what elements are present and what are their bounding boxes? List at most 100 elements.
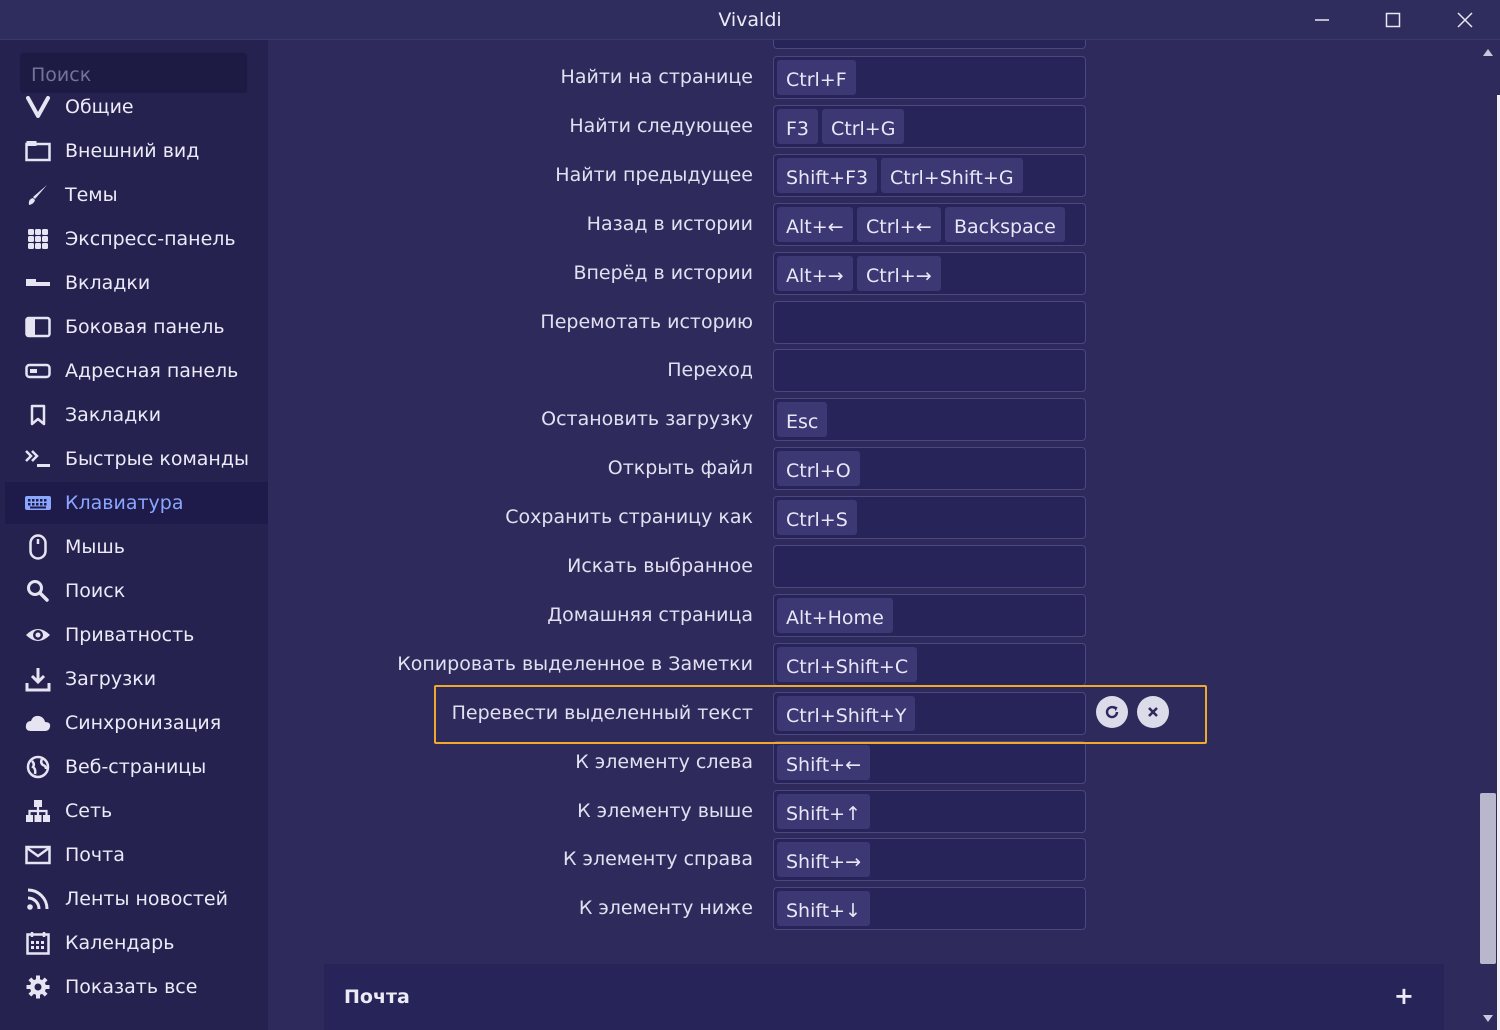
- key-chip[interactable]: F3: [777, 109, 819, 144]
- settings-content: Найти на странице Ctrl+F Найти следующее F3…: [268, 40, 1478, 1030]
- shortcut-field[interactable]: F3 Ctrl+G: [773, 105, 1086, 148]
- scroll-down-icon[interactable]: [1480, 1010, 1496, 1026]
- sidebar-item-12[interactable]: Приватность: [0, 614, 268, 656]
- shortcut-field[interactable]: [773, 545, 1086, 588]
- sidebar-item-18[interactable]: Ленты новостей: [0, 878, 268, 920]
- shortcut-field[interactable]: [773, 301, 1086, 344]
- sidebar-item-2[interactable]: Темы: [0, 174, 268, 216]
- sidebar-item-9[interactable]: Клавиатура: [5, 482, 268, 524]
- shortcut-field[interactable]: Ctrl+S: [773, 496, 1086, 539]
- sidebar-item-label: Показать все: [65, 976, 198, 998]
- shortcut-field[interactable]: [773, 349, 1086, 392]
- sidebar-item-6[interactable]: Адресная панель: [0, 350, 268, 392]
- expand-icon[interactable]: +: [1394, 982, 1414, 1010]
- key-chip[interactable]: Alt+→: [777, 256, 853, 291]
- maximize-button[interactable]: [1358, 0, 1428, 40]
- key-chip[interactable]: Shift+F3: [777, 158, 878, 193]
- reset-icon: [1105, 705, 1119, 719]
- key-chip[interactable]: Ctrl+O: [777, 451, 860, 486]
- tabs-icon: [24, 270, 52, 296]
- mail-section-header[interactable]: Почта +: [324, 964, 1444, 1030]
- close-icon: [1457, 12, 1473, 28]
- shortcut-label: Перемотать историю: [540, 311, 753, 333]
- shortcut-label: Вперёд в истории: [573, 262, 753, 284]
- shortcut-label: Открыть файл: [607, 457, 753, 479]
- key-chip[interactable]: Ctrl+←: [857, 207, 941, 242]
- shortcut-field[interactable]: Shift+F3 Ctrl+Shift+G: [773, 154, 1086, 197]
- sidebar-item-0[interactable]: Общие: [0, 86, 268, 128]
- sidebar-item-label: Поиск: [65, 580, 126, 602]
- shortcut-field[interactable]: Alt+→ Ctrl+→: [773, 252, 1086, 295]
- shortcut-field[interactable]: Ctrl+Shift+C: [773, 643, 1086, 686]
- section-title: Почта: [344, 986, 410, 1008]
- vivaldi-logo-icon: [24, 94, 52, 120]
- key-chip[interactable]: Backspace: [945, 207, 1065, 242]
- key-chip[interactable]: Shift+→: [777, 842, 871, 877]
- reset-shortcut-button[interactable]: [1096, 696, 1128, 728]
- brush-icon: [24, 182, 52, 208]
- shortcut-field[interactable]: Shift+←: [773, 741, 1086, 784]
- scroll-up-icon[interactable]: [1480, 44, 1496, 60]
- settings-sidebar: Поиск Общие Внешний вид Темы Экспресс-панел…: [0, 40, 268, 1030]
- key-chip[interactable]: Shift+↓: [777, 891, 871, 926]
- key-chip[interactable]: Ctrl+G: [822, 109, 905, 144]
- key-chip[interactable]: Shift+←: [777, 745, 871, 780]
- shortcut-field[interactable]: Shift+→: [773, 838, 1086, 881]
- sidebar-item-label: Сеть: [65, 800, 113, 822]
- shortcut-field[interactable]: Shift+↑: [773, 790, 1086, 833]
- sidebar-item-15[interactable]: Веб-страницы: [0, 746, 268, 788]
- shortcut-field[interactable]: Ctrl+F: [773, 56, 1086, 99]
- highlight-frame: [434, 685, 1207, 744]
- network-icon: [24, 798, 52, 824]
- sidebar-item-20[interactable]: Показать все: [0, 966, 268, 1008]
- address-bar-icon: [24, 358, 52, 384]
- key-chip[interactable]: Ctrl+Shift+G: [881, 158, 1023, 193]
- sidebar-item-8[interactable]: Быстрые команды: [0, 438, 268, 480]
- sidebar-item-4[interactable]: Вкладки: [0, 262, 268, 304]
- keyboard-icon: [24, 490, 52, 516]
- sidebar-item-17[interactable]: Почта: [0, 834, 268, 876]
- minimize-button[interactable]: [1287, 0, 1357, 40]
- sidebar-item-5[interactable]: Боковая панель: [0, 306, 268, 348]
- maximize-icon: [1385, 12, 1401, 28]
- shortcut-label: Найти на странице: [560, 66, 753, 88]
- shortcut-field[interactable]: Shift+↓: [773, 887, 1086, 930]
- shortcut-field[interactable]: Alt+Home: [773, 594, 1086, 637]
- sidebar-item-3[interactable]: Экспресс-панель: [0, 218, 268, 260]
- scrollbar-thumb[interactable]: [1480, 793, 1496, 964]
- shortcut-field[interactable]: Ctrl+O: [773, 447, 1086, 490]
- key-chip[interactable]: Ctrl+→: [857, 256, 941, 291]
- sidebar-item-10[interactable]: Мышь: [0, 526, 268, 568]
- search-icon: [24, 578, 52, 604]
- sidebar-item-label: Темы: [65, 184, 118, 206]
- key-chip[interactable]: Ctrl+Shift+C: [777, 647, 918, 682]
- key-chip[interactable]: Esc: [777, 402, 828, 437]
- close-button[interactable]: [1430, 0, 1500, 40]
- key-chip[interactable]: Shift+↑: [777, 794, 871, 829]
- shortcut-label: Сохранить страницу как: [505, 506, 753, 528]
- shortcut-field[interactable]: Esc: [773, 398, 1086, 441]
- shortcut-label: Найти предыдущее: [555, 164, 753, 186]
- shortcut-field[interactable]: Alt+← Ctrl+← Backspace: [773, 203, 1086, 246]
- sidebar-item-13[interactable]: Загрузки: [0, 658, 268, 700]
- sidebar-item-14[interactable]: Синхронизация: [0, 702, 268, 744]
- key-chip[interactable]: Ctrl+F: [777, 60, 856, 95]
- shortcut-label: Переход: [667, 359, 753, 381]
- shortcut-label: Остановить загрузку: [541, 408, 753, 430]
- shortcut-label: Домашняя страница: [547, 604, 753, 626]
- globe-icon: [24, 754, 52, 780]
- sidebar-item-1[interactable]: Внешний вид: [0, 130, 268, 172]
- sidebar-item-label: Адресная панель: [65, 360, 239, 382]
- sidebar-item-16[interactable]: Сеть: [0, 790, 268, 832]
- key-chip[interactable]: Ctrl+S: [777, 500, 857, 535]
- sidebar-item-label: Синхронизация: [65, 712, 222, 734]
- sidebar-item-19[interactable]: Календарь: [0, 922, 268, 964]
- key-chip[interactable]: Alt+←: [777, 207, 853, 242]
- key-chip[interactable]: Alt+Home: [777, 598, 893, 633]
- shortcut-field-partial[interactable]: [773, 40, 1086, 49]
- sidebar-item-label: Загрузки: [65, 668, 157, 690]
- clear-shortcut-button[interactable]: [1137, 696, 1169, 728]
- sidebar-item-11[interactable]: Поиск: [0, 570, 268, 612]
- sidebar-item-7[interactable]: Закладки: [0, 394, 268, 436]
- cloud-icon: [24, 710, 52, 736]
